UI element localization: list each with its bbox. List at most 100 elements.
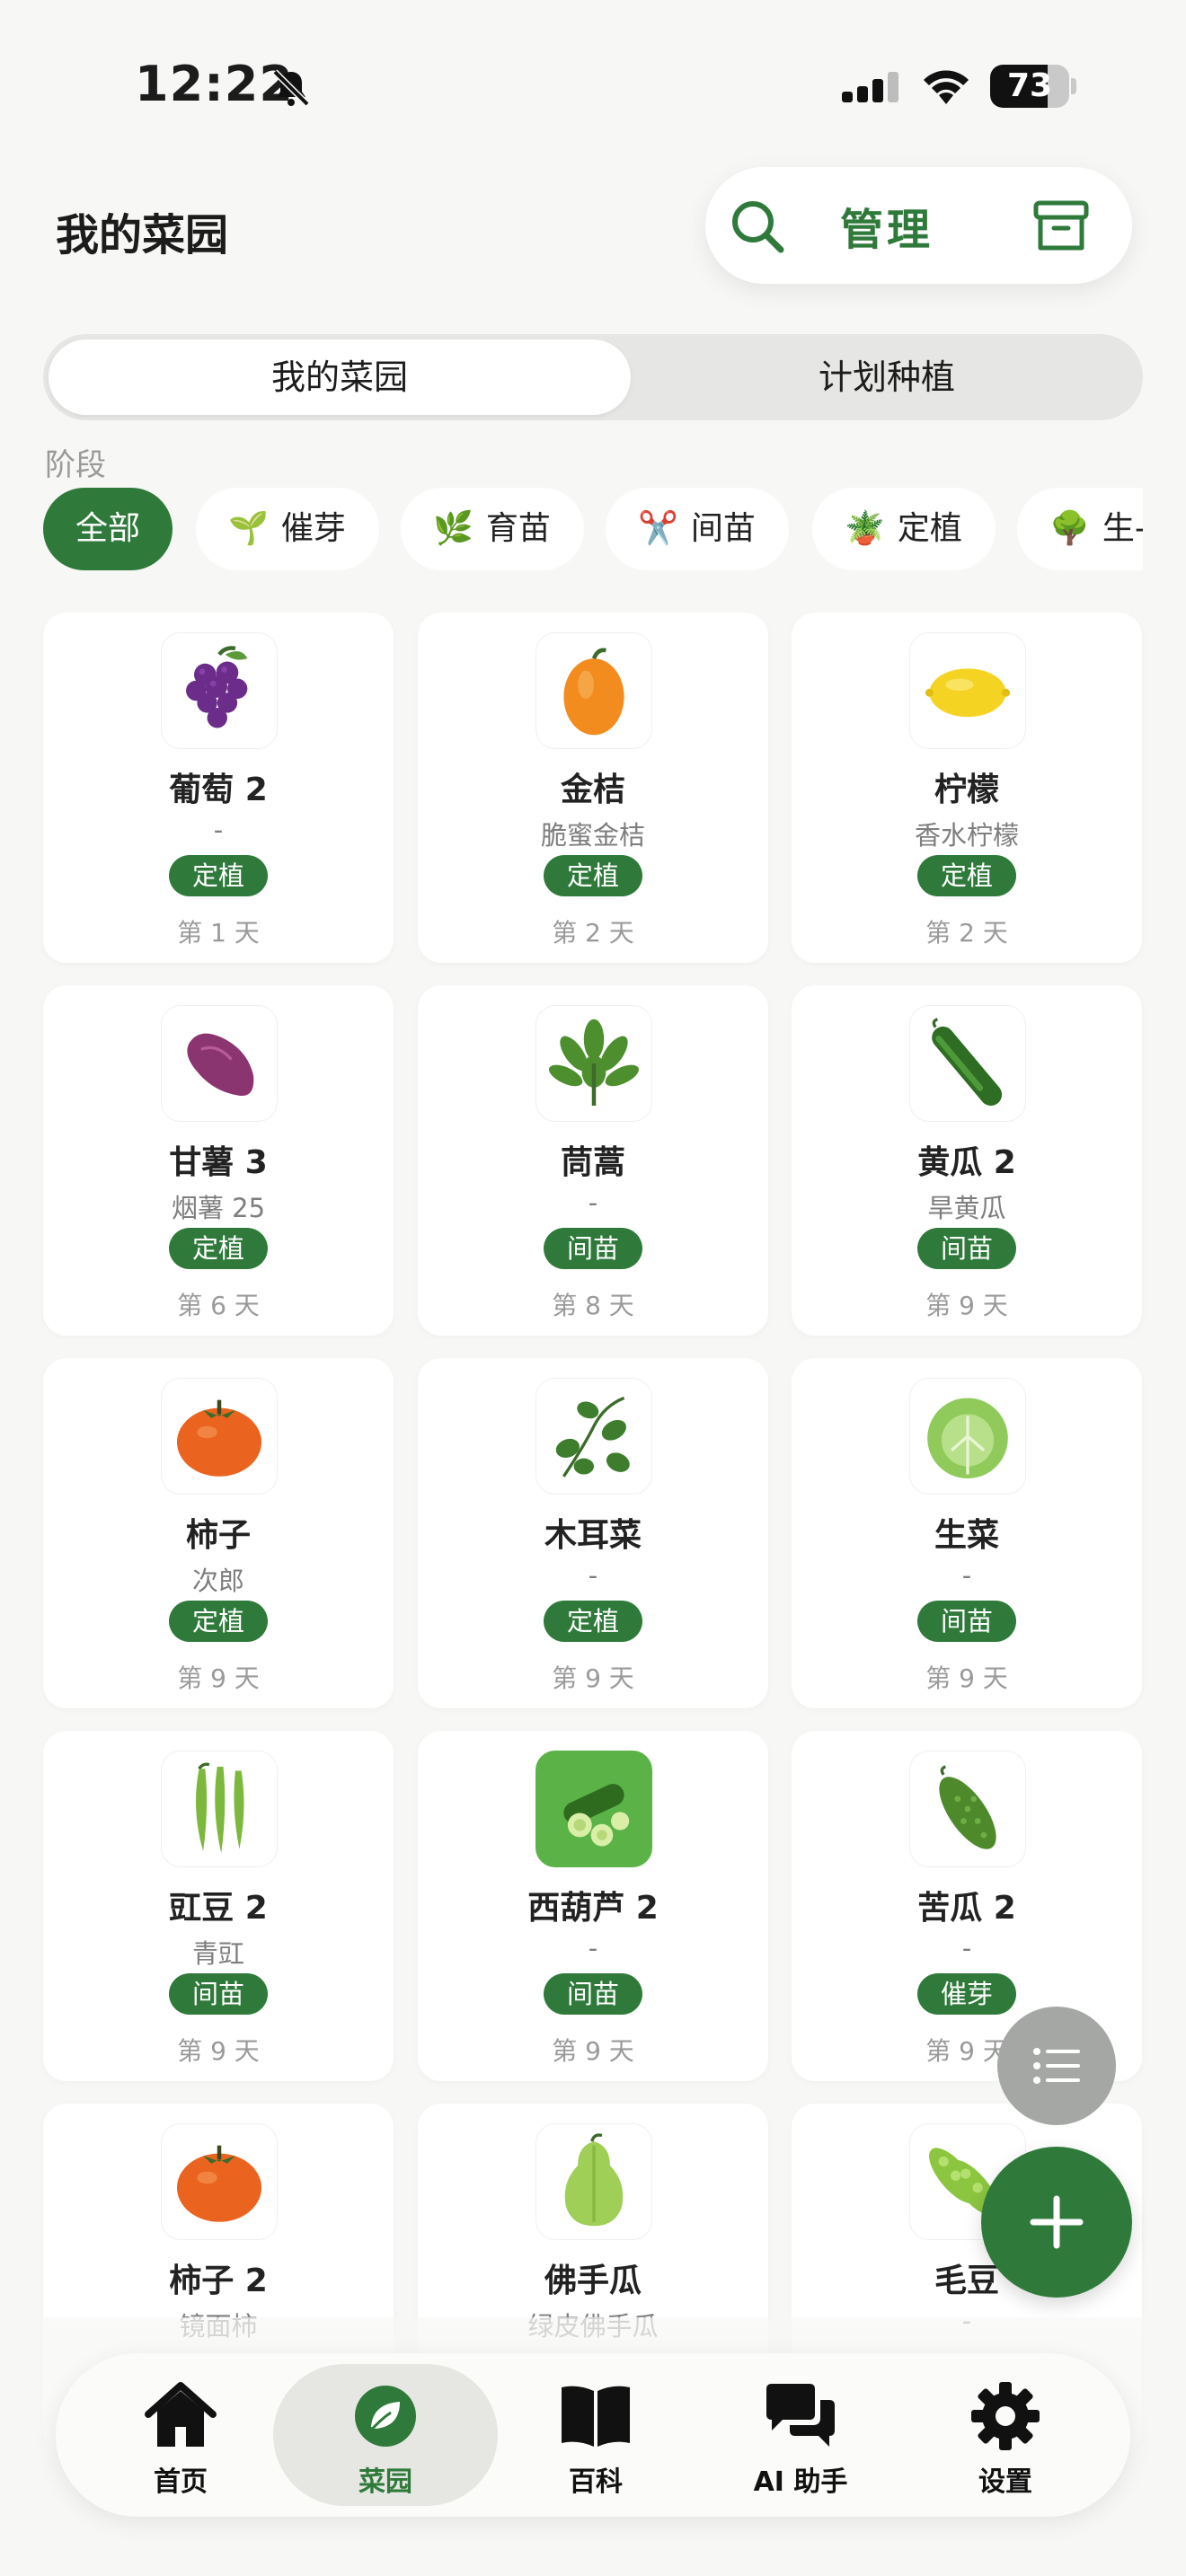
chip-label: 催芽 [280,510,346,547]
chip-seedling[interactable]: 🌿 育苗 [401,488,584,570]
garden-segmented-control: 我的菜园 计划种植 [43,334,1143,420]
plant-variety: 脆蜜金桔 [540,820,645,851]
header-actions: 管理 [705,167,1132,284]
chip-growth[interactable]: 🌳 生- [1017,488,1143,570]
days-count: 第 9 天 [552,2036,634,2066]
days-count: 第 9 天 [552,1663,634,1693]
plant-card[interactable]: 豇豆 2 青豇 间苗 第 9 天 [43,1731,394,2081]
tab-encyclopedia[interactable]: 百科 [492,2353,699,2517]
days-count: 第 2 天 [925,918,1008,948]
crown-daisy-icon [535,1005,652,1122]
bell-slash-icon [272,69,310,107]
tab-my-garden[interactable]: 我的菜园 [49,340,631,415]
sweet-potato-icon [161,1005,278,1122]
plus-icon [1030,2195,1084,2249]
chip-all[interactable]: 全部 [43,488,173,570]
plant-card[interactable]: 茼蒿 - 间苗 第 8 天 [418,985,768,1336]
plant-variety: - [588,1560,598,1591]
potted-plant-icon: 🪴 [845,510,885,547]
battery-percent: 73 [1006,67,1053,104]
book-icon [562,2386,630,2447]
tab-planned-planting[interactable]: 计划种植 [636,340,1137,415]
archive-icon[interactable] [1029,194,1093,259]
plant-name: 佛手瓜 [544,2263,642,2299]
sprout-icon: 🌱 [228,510,269,547]
chip-label: 生- [1102,510,1143,547]
days-count: 第 9 天 [177,1663,260,1693]
plant-card[interactable]: 西葫芦 2 - 间苗 第 9 天 [418,1731,768,2081]
list-view-button[interactable] [997,2007,1116,2125]
plant-variety: - [961,1933,972,1963]
days-count: 第 9 天 [925,1663,1008,1693]
plant-card[interactable]: 柿子 次郎 定植 第 9 天 [43,1358,394,1708]
stage-badge: 间苗 [169,1973,268,2015]
plant-variety: 次郎 [191,1566,244,1596]
plant-card[interactable]: 黄瓜 2 旱黄瓜 间苗 第 9 天 [792,985,1142,1336]
manage-button[interactable]: 管理 [840,194,934,257]
bottom-tab-bar: 首页 菜园 百科 AI 助手 设置 [56,2353,1130,2517]
status-bar: 12:22 73 [0,0,1186,162]
plant-name: 葡萄 2 [169,772,268,808]
plant-name: 豇豆 2 [169,1890,268,1927]
persimmon-icon [161,1378,278,1495]
plant-variety: 青豇 [191,1938,244,1969]
stage-badge: 定植 [169,1601,268,1642]
page-title: 我的菜园 [56,210,229,260]
stage-badge: 间苗 [544,1973,642,2015]
tab-home[interactable]: 首页 [77,2353,284,2517]
plant-variety: 烟薯 25 [171,1193,266,1223]
days-count: 第 8 天 [552,1291,634,1320]
tab-ai-assistant[interactable]: AI 助手 [697,2353,904,2517]
battery-indicator: 73 [990,65,1076,108]
grape-icon [161,632,278,749]
chip-germination[interactable]: 🌱 催芽 [196,488,379,570]
plant-variety: - [588,1933,598,1963]
plant-card[interactable]: 甘薯 3 烟薯 25 定植 第 6 天 [43,985,394,1336]
tab-settings[interactable]: 设置 [902,2353,1109,2517]
plant-name: 黄瓜 2 [917,1144,1016,1181]
wifi-icon [924,70,969,104]
stage-badge: 定植 [917,855,1016,896]
chip-thinning[interactable]: ✂️ 间苗 [606,488,789,570]
days-count: 第 9 天 [925,1291,1008,1320]
chat-icon [766,2384,835,2447]
chip-label: 定植 [897,510,962,547]
days-count: 第 2 天 [552,918,634,948]
plant-name: 甘薯 3 [169,1144,268,1181]
cellular-signal-icon [842,72,898,102]
plant-variety: - [588,1187,598,1218]
search-icon[interactable] [725,194,790,259]
stage-badge: 催芽 [917,1973,1016,2015]
days-count: 第 6 天 [177,1291,260,1320]
lettuce-icon [909,1378,1026,1495]
stage-filter-label: 阶段 [45,447,106,483]
plant-card[interactable]: 柠檬 香水柠檬 定植 第 2 天 [792,613,1142,963]
add-plant-button[interactable] [981,2147,1132,2298]
days-count: 第 9 天 [177,2036,260,2066]
persimmon-icon [161,2123,278,2240]
plant-variety: - [961,1560,972,1591]
bitter-melon-icon [909,1751,1026,1867]
tab-label: 首页 [154,2466,208,2498]
tab-garden[interactable]: 菜园 [273,2364,498,2506]
stage-badge: 定植 [544,855,642,896]
plant-variety: 香水柠檬 [914,820,1019,851]
tab-label: 菜园 [358,2466,412,2498]
kumquat-icon [535,632,652,749]
days-count: 第 1 天 [177,918,260,948]
plant-name: 生菜 [934,1517,999,1554]
chip-transplant[interactable]: 🪴 定植 [812,488,996,570]
plant-card[interactable]: 木耳菜 - 定植 第 9 天 [418,1358,768,1708]
chip-label: 育苗 [485,510,551,547]
lemon-icon [909,632,1026,749]
plant-name: 金桔 [560,772,625,808]
plant-card[interactable]: 生菜 - 间苗 第 9 天 [792,1358,1142,1708]
tab-label: AI 助手 [753,2466,848,2498]
plant-name: 柿子 2 [169,2263,268,2299]
tree-icon: 🌳 [1049,510,1090,547]
scissors-icon: ✂️ [638,510,678,547]
plant-card[interactable]: 葡萄 2 - 定植 第 1 天 [43,613,394,963]
plant-card[interactable]: 金桔 脆蜜金桔 定植 第 2 天 [418,613,768,963]
herb-icon: 🌿 [433,510,474,547]
stage-badge: 间苗 [544,1228,642,1269]
